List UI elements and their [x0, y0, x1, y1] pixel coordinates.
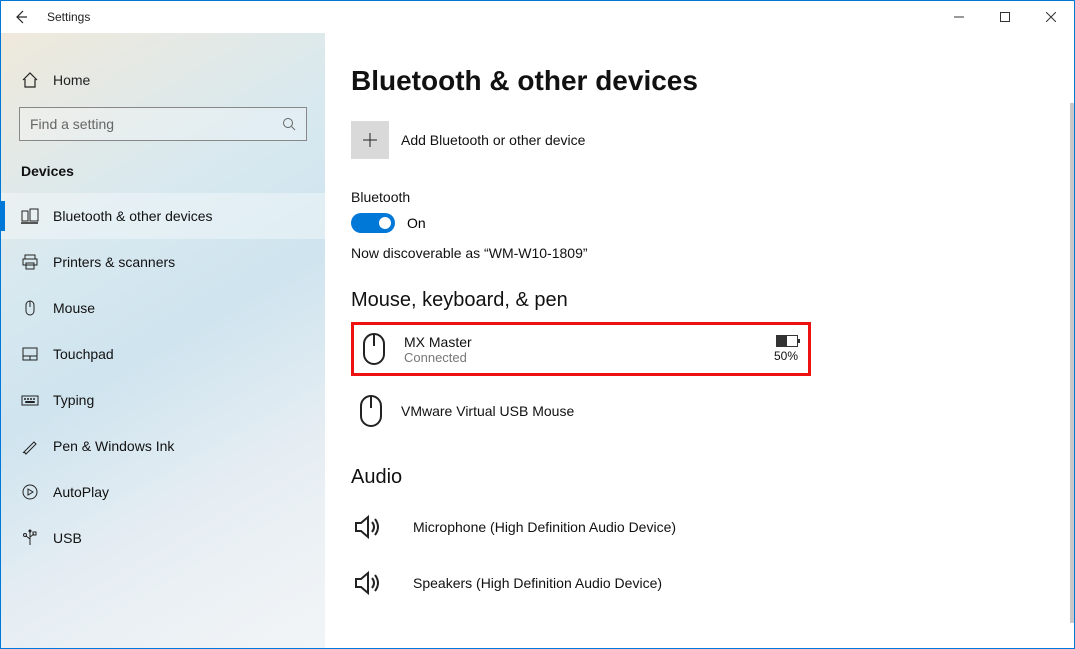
maximize-button[interactable]: [982, 1, 1028, 33]
keyboard-icon: [21, 391, 39, 409]
device-status: Connected: [404, 350, 774, 365]
speaker-icon: [351, 565, 383, 601]
device-name: VMware Virtual USB Mouse: [401, 403, 801, 419]
home-nav[interactable]: Home: [1, 65, 325, 101]
home-icon: [21, 71, 39, 89]
content-pane: Bluetooth & other devices Add Bluetooth …: [325, 33, 1074, 648]
settings-window: Settings Home Find a setting: [0, 0, 1075, 649]
titlebar: Settings: [1, 1, 1074, 33]
audio-section-heading: Audio: [351, 466, 1074, 489]
device-name: MX Master: [404, 334, 774, 350]
window-title: Settings: [47, 10, 90, 24]
device-row-vmware-mouse[interactable]: VMware Virtual USB Mouse: [351, 384, 811, 438]
sidebar-item-label: Typing: [53, 392, 94, 408]
battery-icon: [776, 335, 798, 347]
sidebar-item-label: Mouse: [53, 300, 95, 316]
bluetooth-toggle-label: On: [407, 215, 426, 231]
add-device-row[interactable]: Add Bluetooth or other device: [351, 121, 1074, 159]
device-row-mx-master[interactable]: MX Master Connected 50%: [351, 322, 811, 376]
sidebar-item-label: Bluetooth & other devices: [53, 208, 213, 224]
minimize-button[interactable]: [936, 1, 982, 33]
mouse-icon: [355, 393, 387, 429]
sidebar-item-label: AutoPlay: [53, 484, 109, 500]
add-device-label: Add Bluetooth or other device: [401, 132, 585, 148]
search-icon: [282, 117, 296, 131]
sidebar-item-touchpad[interactable]: Touchpad: [1, 331, 325, 377]
sidebar-item-printers[interactable]: Printers & scanners: [1, 239, 325, 285]
mouse-section-heading: Mouse, keyboard, & pen: [351, 289, 1074, 312]
sidebar-item-label: Printers & scanners: [53, 254, 175, 270]
sidebar-item-label: USB: [53, 530, 82, 546]
sidebar-item-usb[interactable]: USB: [1, 515, 325, 561]
page-title: Bluetooth & other devices: [351, 65, 1074, 97]
search-placeholder: Find a setting: [30, 116, 114, 132]
sidebar-item-mouse[interactable]: Mouse: [1, 285, 325, 331]
battery-indicator: 50%: [774, 335, 798, 363]
bluetooth-section-label: Bluetooth: [351, 189, 1074, 205]
scrollbar[interactable]: [1070, 103, 1074, 623]
back-button[interactable]: [13, 9, 29, 25]
category-label: Devices: [1, 157, 325, 193]
printer-icon: [21, 253, 39, 271]
home-label: Home: [53, 72, 90, 88]
pen-icon: [21, 437, 39, 455]
touchpad-icon: [21, 345, 39, 363]
audio-row-microphone[interactable]: Microphone (High Definition Audio Device…: [351, 499, 811, 555]
autoplay-icon: [21, 483, 39, 501]
sidebar-item-label: Touchpad: [53, 346, 114, 362]
mouse-icon: [21, 299, 39, 317]
audio-device-name: Microphone (High Definition Audio Device…: [413, 519, 676, 535]
sidebar-item-bluetooth[interactable]: Bluetooth & other devices: [1, 193, 325, 239]
usb-icon: [21, 529, 39, 547]
sidebar: Home Find a setting Devices Bluetooth & …: [1, 33, 325, 648]
speaker-icon: [351, 509, 383, 545]
discoverable-text: Now discoverable as “WM-W10-1809”: [351, 245, 1074, 261]
bluetooth-toggle[interactable]: [351, 213, 395, 233]
sidebar-item-pen[interactable]: Pen & Windows Ink: [1, 423, 325, 469]
mouse-icon: [358, 331, 390, 367]
battery-percent: 50%: [774, 349, 798, 363]
toggle-knob: [379, 217, 391, 229]
audio-device-name: Speakers (High Definition Audio Device): [413, 575, 662, 591]
audio-row-speakers[interactable]: Speakers (High Definition Audio Device): [351, 555, 811, 611]
sidebar-item-typing[interactable]: Typing: [1, 377, 325, 423]
add-device-button[interactable]: [351, 121, 389, 159]
close-button[interactable]: [1028, 1, 1074, 33]
search-input[interactable]: Find a setting: [19, 107, 307, 141]
sidebar-item-autoplay[interactable]: AutoPlay: [1, 469, 325, 515]
devices-icon: [21, 207, 39, 225]
sidebar-item-label: Pen & Windows Ink: [53, 438, 174, 454]
plus-icon: [362, 132, 378, 148]
